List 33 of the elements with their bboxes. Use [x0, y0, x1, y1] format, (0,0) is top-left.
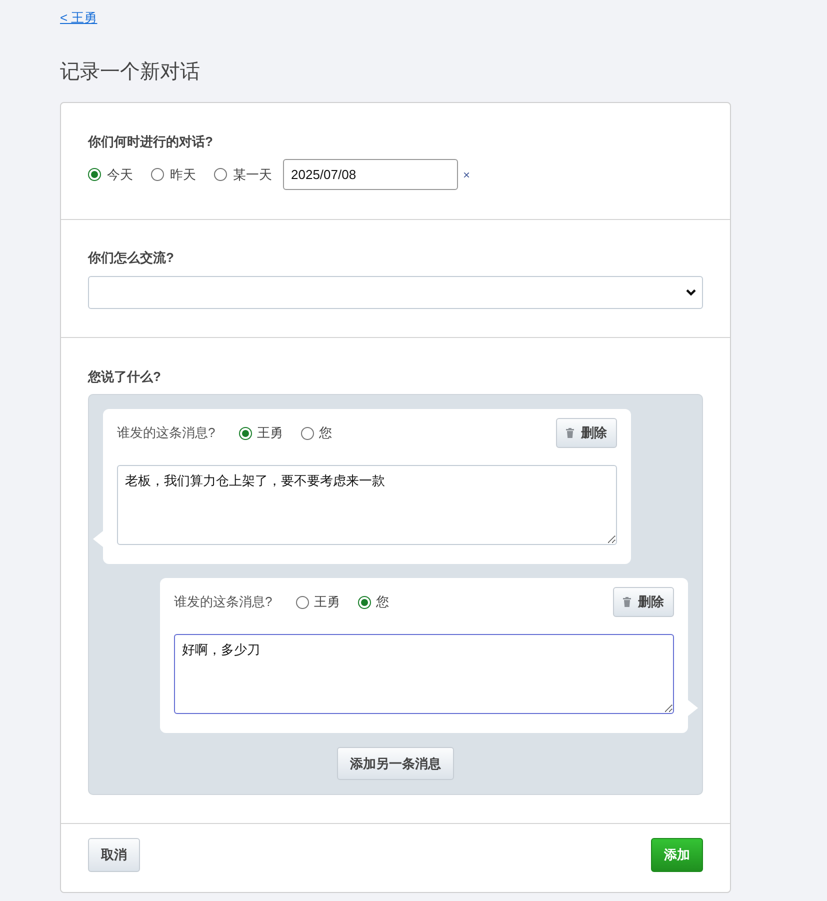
radio-label: 昨天	[170, 166, 196, 184]
message-textarea[interactable]: 老板，我们算力仓上架了，要不要考虑来一款	[117, 465, 617, 545]
trash-icon	[566, 428, 574, 438]
radio-label: 您	[376, 593, 390, 612]
section-label: 您说了什么?	[88, 368, 162, 386]
sender-question: 谁发的这条消息?	[174, 593, 272, 612]
delete-button[interactable]: 删除	[613, 587, 674, 617]
chevron-down-icon	[686, 289, 696, 296]
section-label: 你们何时进行的对话?	[88, 133, 214, 151]
back-link[interactable]: < 王勇	[60, 10, 98, 25]
select-field[interactable]	[88, 276, 703, 309]
message-textarea[interactable]: 好啊，多少刀	[174, 634, 674, 714]
radio-button[interactable]	[88, 168, 101, 181]
radio-button[interactable]	[296, 596, 310, 608]
trash-icon	[623, 597, 631, 607]
page-title: 记录一个新对话	[60, 60, 201, 85]
sender-question: 谁发的这条消息?	[117, 424, 216, 442]
radio-label: 今天	[107, 166, 133, 184]
radio-label: 某一天	[233, 166, 272, 184]
cancel-button[interactable]: 取消	[88, 838, 140, 872]
date-field[interactable]: 2025/07/08	[283, 159, 458, 190]
radio-button[interactable]	[214, 168, 227, 181]
radio-button[interactable]	[358, 596, 372, 608]
radio-label: 王勇	[257, 424, 284, 442]
radio-button[interactable]	[301, 426, 314, 440]
radio-label: 王勇	[314, 593, 340, 612]
delete-button[interactable]: 删除	[556, 418, 617, 448]
clear-button[interactable]: ×	[463, 168, 470, 180]
section-label: 你们怎么交流?	[88, 249, 175, 267]
radio-button[interactable]	[239, 426, 252, 440]
radio-label: 您	[319, 424, 332, 442]
add-message-button[interactable]: 添加另一条消息	[337, 747, 454, 780]
radio-button[interactable]	[151, 168, 164, 181]
